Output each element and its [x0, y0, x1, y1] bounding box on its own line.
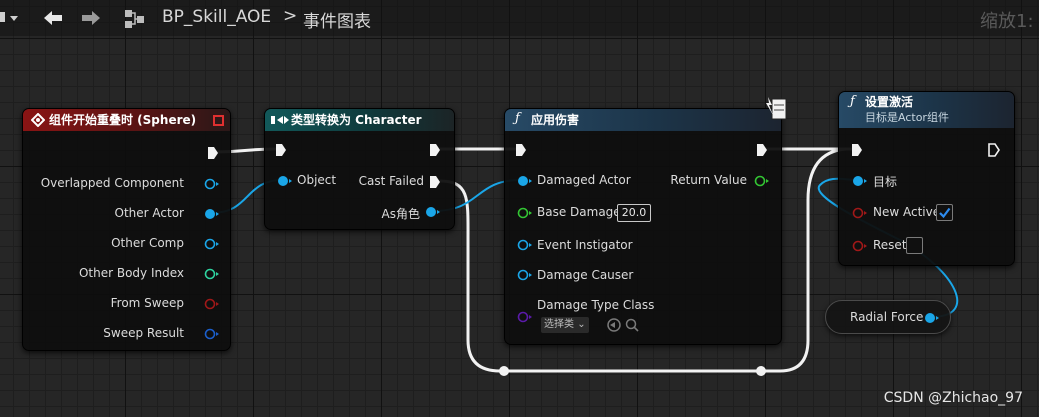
object-pin-filled-icon[interactable] [276, 175, 292, 187]
struct-pin-hollow-icon[interactable] [204, 328, 220, 340]
pin-label-damage-causer: Damage Causer [537, 268, 634, 282]
delegate-pin-icon[interactable] [213, 115, 224, 126]
bool-pin-hollow-icon[interactable] [851, 207, 867, 219]
reset-checkbox[interactable] [906, 237, 923, 254]
cast-node-character[interactable]: 类型转换为 Character Object Cast Failed As角色 [264, 108, 455, 230]
pin-label-event-instigator: Event Instigator [537, 238, 633, 252]
bool-pin-hollow-icon[interactable] [204, 298, 220, 310]
event-node-header[interactable]: 组件开始重叠时 (Sphere) [23, 109, 230, 131]
server-authority-icon [766, 97, 787, 120]
cast-icon [271, 116, 289, 124]
set-active-header[interactable]: 设置激活 目标是Actor组件 [839, 92, 1014, 128]
object-pin-filled-icon[interactable] [516, 175, 532, 187]
pin-label-other-body-index: Other Body Index [78, 266, 184, 280]
exec-output-pin-icon[interactable] [207, 146, 219, 160]
function-node-set-active[interactable]: 设置激活 目标是Actor组件 ƒ 目标 New Active Reset [838, 91, 1015, 266]
search-icon[interactable] [624, 317, 640, 333]
pin-label-target: 目标 [873, 175, 898, 189]
exec-output-pin-icon[interactable] [429, 175, 441, 189]
exec-input-pin-icon[interactable] [275, 143, 287, 157]
event-diamond-icon [31, 113, 45, 127]
chevron-down-icon: ⌄ [577, 319, 586, 330]
object-pin-filled-icon[interactable] [851, 175, 867, 187]
base-damage-input[interactable]: 20.0 [617, 204, 651, 222]
class-pin-hollow-icon[interactable] [516, 311, 532, 323]
pin-label-return-value: Return Value [670, 173, 747, 187]
object-pin-hollow-icon[interactable] [204, 178, 220, 190]
event-node-component-begin-overlap[interactable]: 组件开始重叠时 (Sphere) Overlapped Component Ot… [22, 108, 231, 351]
object-pin-filled-icon[interactable] [425, 206, 441, 218]
int-pin-hollow-icon[interactable] [204, 268, 220, 280]
cast-node-header[interactable]: 类型转换为 Character [265, 109, 454, 131]
radial-force-label: Radial Force [850, 310, 924, 324]
exec-output-pin-icon[interactable] [429, 143, 441, 157]
pin-label-overlapped-component: Overlapped Component [40, 176, 184, 190]
object-pin-hollow-icon[interactable] [204, 238, 220, 250]
variable-node-radial-force[interactable]: Radial Force [825, 300, 951, 334]
exec-input-pin-icon[interactable] [851, 143, 863, 157]
set-active-title: 设置激活 [865, 95, 914, 109]
apply-damage-title: 应用伤害 [531, 113, 580, 127]
watermark: CSDN @Zhichao_97 [883, 390, 1023, 406]
select-class-dropdown[interactable]: 选择类 ⌄ [541, 317, 589, 333]
pin-label-object: Object [297, 173, 337, 187]
pin-label-other-comp: Other Comp [111, 236, 184, 250]
pin-label-other-actor: Other Actor [114, 206, 184, 220]
select-class-label: 选择类 [544, 319, 574, 330]
new-active-checkbox[interactable] [936, 204, 953, 221]
apply-damage-header[interactable]: 应用伤害 [505, 109, 781, 131]
use-selected-arrow-icon[interactable] [606, 317, 622, 333]
function-f-icon: ƒ [850, 94, 855, 109]
function-f-icon: ƒ [515, 111, 520, 126]
exec-output-pin-icon[interactable] [756, 143, 768, 157]
event-node-title: 组件开始重叠时 (Sphere) [49, 113, 197, 127]
float-pin-hollow-icon[interactable] [754, 175, 770, 187]
function-node-apply-damage[interactable]: 应用伤害 ƒ Damaged Actor Return Value Base D… [504, 108, 782, 345]
checkmark-icon [939, 207, 951, 219]
float-pin-hollow-icon[interactable] [516, 207, 532, 219]
pin-label-from-sweep: From Sweep [110, 296, 184, 310]
exec-input-pin-icon[interactable] [515, 143, 527, 157]
pin-label-cast-failed: Cast Failed [358, 174, 424, 188]
pin-label-damage-type-class: Damage Type Class [537, 298, 655, 312]
object-pin-filled-icon[interactable] [204, 208, 220, 220]
bool-pin-hollow-icon[interactable] [851, 240, 867, 252]
object-pin-filled-icon[interactable] [924, 312, 940, 324]
reroute-knot-left [499, 366, 509, 376]
cast-node-title: 类型转换为 Character [291, 113, 422, 127]
pin-label-as-character: As角色 [381, 207, 420, 221]
exec-output-pin-hollow-icon[interactable] [988, 143, 1001, 158]
pin-label-sweep-result: Sweep Result [103, 326, 184, 340]
object-pin-hollow-icon[interactable] [516, 269, 532, 281]
pin-label-new-active: New Active [873, 205, 941, 219]
pin-label-reset: Reset [873, 238, 907, 252]
set-active-subtitle: 目标是Actor组件 [865, 111, 949, 124]
pin-label-base-damage: Base Damage [537, 205, 621, 219]
object-pin-hollow-icon[interactable] [516, 239, 532, 251]
pin-label-damaged-actor: Damaged Actor [537, 173, 631, 187]
reroute-knot-right [756, 366, 766, 376]
